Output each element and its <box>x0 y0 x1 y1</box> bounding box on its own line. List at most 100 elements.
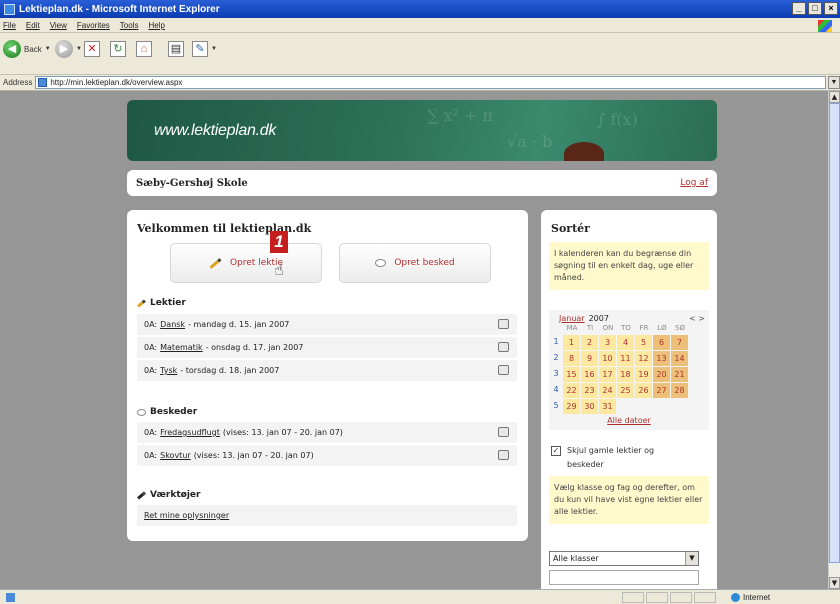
calendar-day[interactable]: 17 <box>599 367 616 382</box>
close-button[interactable]: × <box>824 2 838 15</box>
school-name: Sæby-Gershøj Skole <box>136 177 248 189</box>
calendar-day[interactable]: 21 <box>671 367 688 382</box>
site-banner: ∑ x² + π √a · b ∫ f(x) www.lektieplan.dk <box>127 100 717 161</box>
calendar-day[interactable]: 31 <box>599 399 616 414</box>
week-number[interactable]: 3 <box>549 369 563 378</box>
chevron-down-icon: ▼ <box>211 46 217 52</box>
windows-logo-icon <box>818 20 832 32</box>
class-select-value: Alle klasser <box>553 554 599 563</box>
back-button[interactable]: ◀ Back ▼ <box>3 37 51 61</box>
class-select[interactable]: Alle klasser ▼ <box>549 551 699 566</box>
calendar-day[interactable]: 16 <box>581 367 598 382</box>
chevron-down-icon: ▼ <box>76 46 82 52</box>
hide-old-checkbox[interactable]: ✓ Skjul gamle lektier og beskeder <box>551 444 677 472</box>
calendar-day[interactable]: 4 <box>617 335 634 350</box>
calendar-month-link[interactable]: Januar <box>559 314 585 323</box>
calendar-day[interactable]: 28 <box>671 383 688 398</box>
home-button[interactable]: ⌂ <box>136 37 152 61</box>
calendar-day[interactable]: 13 <box>653 351 670 366</box>
menu-favorites[interactable]: Favorites <box>77 21 110 30</box>
page-scrollbar[interactable]: ▲ ▼ <box>828 91 840 589</box>
address-bar: Address http://min.lektieplan.dk/overvie… <box>0 75 840 91</box>
minimize-button[interactable]: _ <box>792 2 806 15</box>
tools-section-title: Værktøjer <box>137 490 200 500</box>
subject-link[interactable]: Dansk <box>160 320 185 329</box>
printer-icon[interactable] <box>498 342 509 352</box>
calendar: Januar 2007 < > MA TI ON TO FR LØ SØ 112… <box>549 310 709 430</box>
stop-icon: ✕ <box>84 41 100 57</box>
calendar-day[interactable]: 10 <box>599 351 616 366</box>
scroll-up-button[interactable]: ▲ <box>829 91 840 103</box>
calendar-day[interactable]: 7 <box>671 335 688 350</box>
speech-bubble-icon <box>375 259 387 267</box>
address-url: http://min.lektieplan.dk/overview.aspx <box>50 78 183 87</box>
calendar-weekdays: MA TI ON TO FR LØ SØ <box>566 324 685 332</box>
forward-arrow-icon: ▶ <box>55 40 73 58</box>
menu-help[interactable]: Help <box>148 21 164 30</box>
pencil-icon <box>209 257 222 269</box>
address-dropdown-button[interactable]: ▼ <box>828 76 840 89</box>
calendar-day[interactable]: 1 <box>563 335 580 350</box>
calendar-day[interactable]: 12 <box>635 351 652 366</box>
message-link[interactable]: Skovtur <box>160 451 191 460</box>
week-number[interactable]: 5 <box>549 401 563 410</box>
calendar-day[interactable]: 29 <box>563 399 580 414</box>
calendar-day[interactable]: 8 <box>563 351 580 366</box>
calendar-day[interactable]: 15 <box>563 367 580 382</box>
printer-icon[interactable] <box>498 427 509 437</box>
menu-tools[interactable]: Tools <box>120 21 139 30</box>
refresh-icon: ↻ <box>110 41 126 57</box>
calendar-day[interactable]: 9 <box>581 351 598 366</box>
week-number[interactable]: 1 <box>549 337 563 346</box>
week-number[interactable]: 4 <box>549 385 563 394</box>
calendar-nav-arrows[interactable]: < > <box>689 314 705 323</box>
calendar-day[interactable]: 20 <box>653 367 670 382</box>
subject-link[interactable]: Matematik <box>160 343 203 352</box>
address-input[interactable]: http://min.lektieplan.dk/overview.aspx <box>35 76 826 89</box>
calendar-day[interactable]: 3 <box>599 335 616 350</box>
calendar-day[interactable]: 27 <box>653 383 670 398</box>
welcome-panel: Velkommen til lektieplan.dk Opret lektie… <box>127 210 528 541</box>
calendar-day[interactable]: 2 <box>581 335 598 350</box>
scroll-thumb[interactable] <box>829 103 840 563</box>
forward-button[interactable]: ▶ ▼ <box>55 37 82 61</box>
stop-button[interactable]: ✕ <box>84 37 100 61</box>
calendar-day[interactable]: 5 <box>635 335 652 350</box>
calendar-day[interactable]: 14 <box>671 351 688 366</box>
printer-icon[interactable] <box>498 450 509 460</box>
calendar-day[interactable]: 18 <box>617 367 634 382</box>
menu-edit[interactable]: Edit <box>26 21 40 30</box>
subject-select[interactable] <box>549 570 699 585</box>
calendar-day[interactable]: 6 <box>653 335 670 350</box>
pencil-icon <box>137 298 146 308</box>
subject-link[interactable]: Tysk <box>160 366 177 375</box>
week-number[interactable]: 2 <box>549 353 563 362</box>
all-dates-link[interactable]: Alle datoer <box>549 416 709 425</box>
edit-button[interactable]: ✎ ▼ <box>192 37 217 61</box>
menu-view[interactable]: View <box>50 21 67 30</box>
refresh-button[interactable]: ↻ <box>110 37 126 61</box>
printer-icon[interactable] <box>498 319 509 329</box>
calendar-day[interactable]: 22 <box>563 383 580 398</box>
create-homework-button[interactable]: Opret lektie <box>170 243 322 283</box>
calendar-day[interactable]: 30 <box>581 399 598 414</box>
calendar-day[interactable]: 23 <box>581 383 598 398</box>
message-link[interactable]: Fredagsudflugt <box>160 428 220 437</box>
create-message-button[interactable]: Opret besked <box>339 243 491 283</box>
maximize-button[interactable]: □ <box>808 2 822 15</box>
calendar-hint: I kalenderen kan du begrænse din søgning… <box>549 242 709 290</box>
calendar-day[interactable]: 25 <box>617 383 634 398</box>
logout-link[interactable]: Log af <box>680 178 708 188</box>
scroll-down-button[interactable]: ▼ <box>829 577 840 589</box>
menu-file[interactable]: File <box>3 21 16 30</box>
calendar-day[interactable]: 24 <box>599 383 616 398</box>
print-button[interactable]: ▤ <box>168 37 184 61</box>
calendar-day[interactable]: 26 <box>635 383 652 398</box>
edit-profile-link[interactable]: Ret mine oplysninger <box>144 511 229 520</box>
create-message-label: Opret besked <box>394 258 455 268</box>
calendar-day[interactable]: 11 <box>617 351 634 366</box>
calendar-day[interactable]: 19 <box>635 367 652 382</box>
chevron-down-icon: ▼ <box>685 552 698 565</box>
printer-icon[interactable] <box>498 365 509 375</box>
checkbox-checked[interactable]: ✓ <box>551 446 561 456</box>
